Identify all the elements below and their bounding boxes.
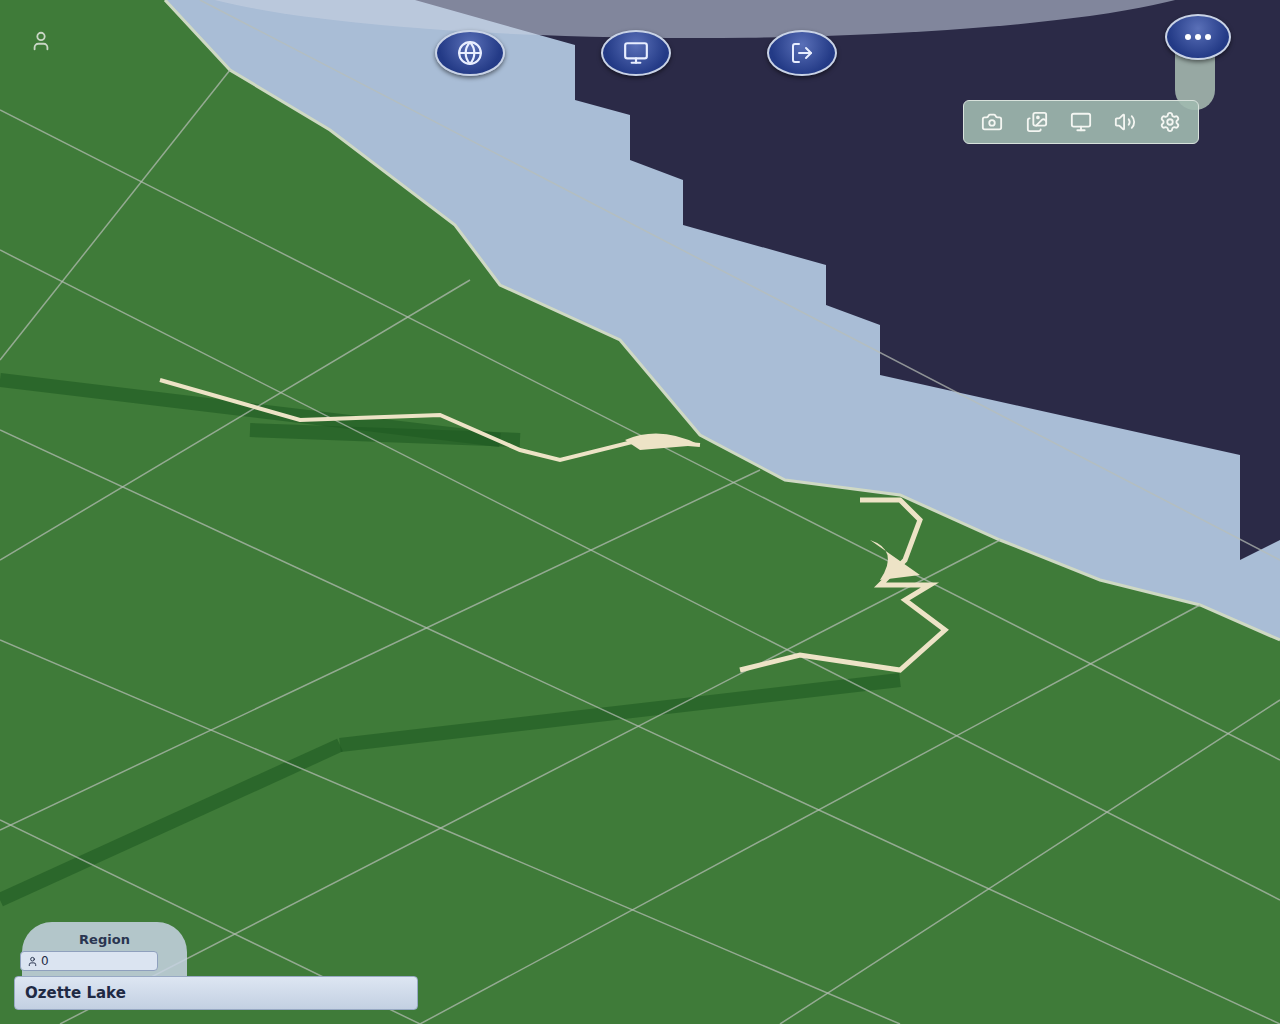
region-globe-button[interactable]: [435, 30, 505, 76]
region-view[interactable]: Region 0 Ozette Lake: [0, 0, 1280, 1024]
region-tab: Region 0: [22, 922, 187, 984]
deep-sea: [415, 0, 1280, 560]
population-value: 0: [41, 954, 49, 968]
album-icon: [1026, 111, 1048, 133]
region-label: Region: [79, 932, 130, 947]
region-map[interactable]: [0, 0, 1280, 1024]
monitor-icon: [1070, 111, 1092, 133]
options-menu: [963, 100, 1199, 144]
snapshot-button[interactable]: [975, 107, 1009, 137]
population-field: 0: [20, 951, 158, 971]
person-icon[interactable]: [30, 30, 52, 56]
river: [740, 500, 945, 670]
exit-button[interactable]: [767, 30, 837, 76]
speaker-icon: [1114, 111, 1136, 133]
person-icon: [27, 956, 38, 967]
region-panel: Region 0 Ozette Lake: [14, 922, 418, 1010]
album-button[interactable]: [1020, 107, 1054, 137]
globe-icon: [457, 40, 483, 66]
computer-globe-icon: [623, 40, 649, 66]
ellipsis-icon: [1184, 32, 1212, 42]
camera-icon: [981, 111, 1003, 133]
sound-button[interactable]: [1108, 107, 1142, 137]
options-button[interactable]: [1165, 14, 1231, 60]
exit-icon: [790, 41, 814, 65]
online-button[interactable]: [601, 30, 671, 76]
region-name: Ozette Lake: [14, 976, 418, 1010]
settings-button[interactable]: [1153, 107, 1187, 137]
display-button[interactable]: [1064, 107, 1098, 137]
gear-icon: [1159, 111, 1181, 133]
river: [160, 380, 700, 460]
shallow-water: [165, 0, 1280, 640]
